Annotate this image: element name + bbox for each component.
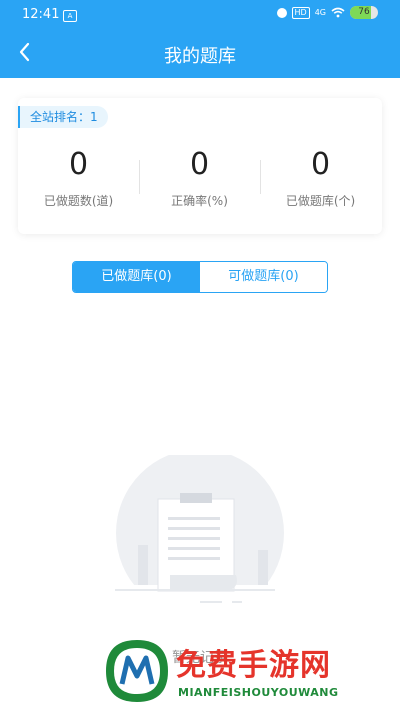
battery-level: 76: [358, 7, 370, 17]
stat-label: 已做题库(个): [285, 194, 356, 208]
tab-available-banks[interactable]: 可做题库(0): [200, 262, 327, 292]
status-bar: 12:41 A HD 4G 76: [0, 0, 400, 30]
watermark-logo-icon: [106, 640, 168, 702]
stats-card: 全站排名：1 0 已做题数(道) 0 正确率(%) 0 已做题库(个): [18, 98, 382, 234]
stat-label: 已做题数(道): [43, 194, 114, 208]
alarm-icon: [276, 7, 287, 18]
watermark: 免费手游网 MIANFEISHOUYOUWANG: [100, 636, 392, 706]
bank-tabs: 已做题库(0) 可做题库(0): [72, 261, 328, 293]
header: 12:41 A HD 4G 76 我的题库: [0, 0, 400, 78]
network-icon: 4G: [314, 7, 326, 17]
stat-value: 0: [189, 147, 210, 182]
tab-done-banks[interactable]: 已做题库(0): [73, 262, 200, 292]
empty-clipboard-illustration: [110, 455, 290, 610]
stat-value: 0: [310, 147, 331, 182]
navbar: 我的题库: [0, 32, 400, 78]
stat-done-questions: 0 已做题数(道): [18, 148, 139, 209]
hd-icon: HD: [291, 6, 310, 19]
stat-done-banks: 0 已做题库(个): [260, 148, 381, 209]
watermark-subtext: MIANFEISHOUYOUWANG: [178, 686, 339, 699]
stat-label: 正确率(%): [171, 194, 228, 208]
status-time: 12:41: [22, 7, 60, 22]
watermark-text: 免费手游网: [176, 648, 331, 683]
rank-badge: 全站排名：1: [18, 106, 108, 128]
wifi-icon: [331, 7, 345, 18]
notification-icon: A: [63, 10, 77, 22]
stat-accuracy: 0 正确率(%): [139, 148, 260, 209]
status-icons: HD 4G 76: [276, 6, 378, 19]
page-title: 我的题库: [164, 46, 236, 67]
battery-icon: 76: [350, 6, 378, 19]
stat-value: 0: [68, 147, 89, 182]
